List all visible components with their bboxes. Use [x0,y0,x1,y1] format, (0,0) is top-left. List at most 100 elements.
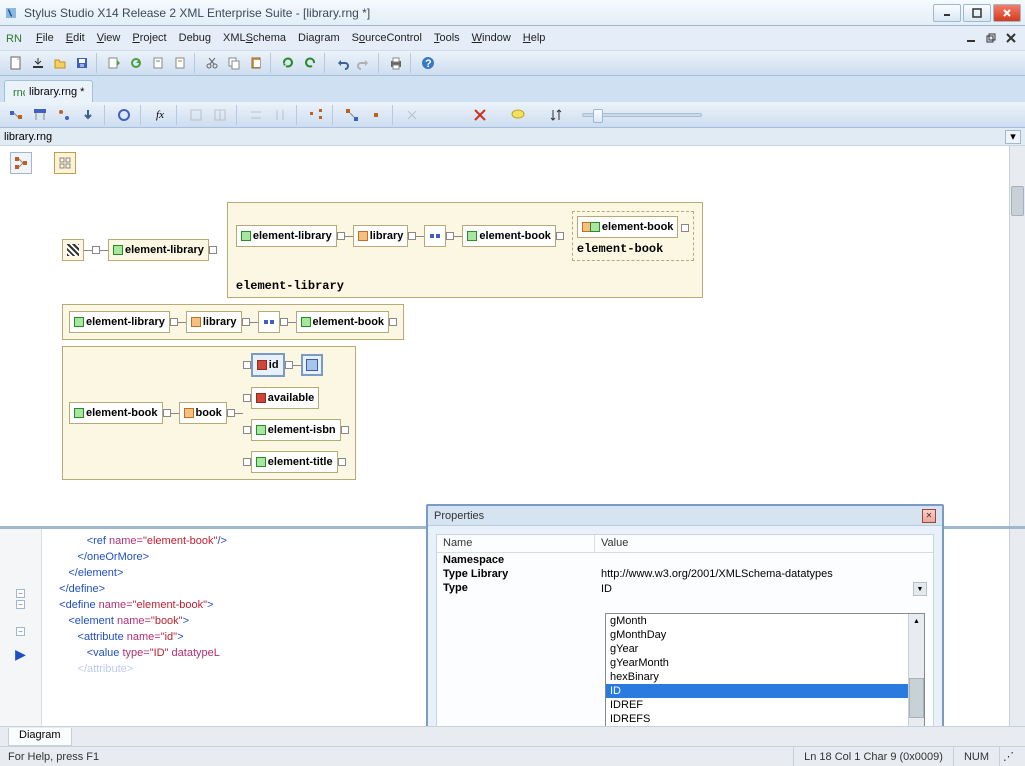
add-icon[interactable] [104,53,124,73]
scrollbar-thumb[interactable] [909,678,924,718]
document-icon[interactable] [148,53,168,73]
branch-handle[interactable] [243,458,251,466]
menu-xmlschema[interactable]: XMLSchemaXMLSchema [217,29,292,47]
status-resize-grip[interactable]: ⋰ [999,747,1017,766]
branch-handle[interactable] [243,394,251,402]
diag-tool5-icon[interactable] [114,105,134,125]
expand-handle[interactable] [170,318,178,326]
menu-sourcecontrol[interactable]: SourceControlSourceControl [346,29,428,47]
diag-tool3-icon[interactable] [54,105,74,125]
branch-handle[interactable] [243,426,251,434]
mdi-restore-icon[interactable] [983,30,999,46]
minimize-button[interactable] [933,4,961,22]
node-r3-id[interactable]: id [251,353,285,377]
node-r3-book[interactable]: book [179,402,227,424]
properties-titlebar[interactable]: Properties ✕ [428,506,942,526]
align-icon[interactable] [246,105,266,125]
properties-close-icon[interactable]: ✕ [922,509,936,523]
node-r2-library[interactable]: library [186,311,242,333]
cluster-icon[interactable] [306,105,326,125]
node-r3-element-isbn[interactable]: element-isbn [251,419,341,441]
palette-grid-icon[interactable] [54,152,76,174]
expand-handle[interactable] [209,246,217,254]
sort-icon[interactable] [546,105,566,125]
fold-marker[interactable]: − [16,600,25,609]
menu-file[interactable]: FFileile [30,29,60,47]
align2-icon[interactable] [270,105,290,125]
copy-icon[interactable] [224,53,244,73]
palette-tree-icon[interactable] [10,152,32,174]
expand-handle[interactable] [338,458,346,466]
grid2-icon[interactable] [210,105,230,125]
cut-icon[interactable] [202,53,222,73]
dropdown-item[interactable]: gYear [606,642,908,656]
file-tab[interactable]: rnc library.rng * [4,80,93,102]
dropdown-item[interactable]: IDREF [606,698,908,712]
expand-handle[interactable] [446,232,454,240]
diagram-canvas[interactable]: element-library element-library library … [0,146,1025,726]
expand-handle[interactable] [389,318,397,326]
source-vscrollbar[interactable] [1009,529,1025,726]
node-pattern[interactable] [62,239,84,261]
menu-view[interactable]: ViewView [91,29,127,47]
expand-handle[interactable] [408,232,416,240]
zoom-slider-thumb[interactable] [593,109,603,123]
node-element-library-1[interactable]: element-library [108,239,209,261]
cycle2-icon[interactable] [300,53,320,73]
dropdown-item[interactable]: IDREFS [606,712,908,726]
expand-handle[interactable] [242,318,250,326]
remove-icon[interactable] [402,105,422,125]
branch-handle[interactable] [243,361,251,369]
paste-icon[interactable] [246,53,266,73]
mdi-minimize-icon[interactable] [963,30,979,46]
node-element-book-ref[interactable]: element-book [577,216,679,238]
close-button[interactable] [993,4,1021,22]
menu-debug[interactable]: DebugDebug [173,29,217,47]
collapse-panel-icon[interactable]: ▾ [1005,130,1021,144]
import-icon[interactable] [28,53,48,73]
dropdown-item[interactable]: ID [606,684,908,698]
diag-tool1-icon[interactable] [6,105,26,125]
fold-marker[interactable]: − [16,627,25,636]
header-name[interactable]: Name [437,535,595,552]
open-icon[interactable] [50,53,70,73]
print-icon[interactable] [386,53,406,73]
dropdown-item[interactable]: gYearMonth [606,656,908,670]
redo-icon[interactable] [354,53,374,73]
node-r3-element-title[interactable]: element-title [251,451,338,473]
node-library[interactable]: library [353,225,409,247]
node-r3-available[interactable]: available [251,387,319,409]
type-dropdown-list[interactable]: gMonthgMonthDaygYeargYearMonthhexBinaryI… [605,613,925,726]
canvas-vscrollbar[interactable] [1009,146,1025,526]
diag-tool4-icon[interactable] [78,105,98,125]
expand-handle[interactable] [681,224,689,232]
menu-help[interactable]: HelpHelp [517,29,552,47]
undo-icon[interactable] [332,53,352,73]
node-r2-element-book[interactable]: element-book [296,311,390,333]
expand-handle[interactable] [163,409,171,417]
diag-tool2-icon[interactable] [30,105,50,125]
expand-handle[interactable] [227,409,235,417]
fold-marker[interactable]: − [16,589,25,598]
expand-handle[interactable] [280,318,288,326]
dropdown-item[interactable]: hexBinary [606,670,908,684]
prop-value[interactable] [595,553,933,567]
node-r2-element-library[interactable]: element-library [69,311,170,333]
save-icon[interactable] [72,53,92,73]
node-element-library-2[interactable]: element-library [236,225,337,247]
tab-diagram[interactable]: Diagram [8,728,72,746]
expand-handle[interactable] [285,361,293,369]
cycle-icon[interactable] [278,53,298,73]
mdi-close-icon[interactable] [1003,30,1019,46]
grid-icon[interactable] [186,105,206,125]
function-icon[interactable]: fx [150,105,170,125]
menu-diagram[interactable]: Diagram [292,29,346,47]
maximize-button[interactable] [963,4,991,22]
collapse-icon[interactable] [366,105,386,125]
header-value[interactable]: Value [595,535,634,552]
comment-icon[interactable] [508,105,528,125]
node-r3-id-value[interactable] [301,354,323,376]
connector-handle[interactable] [92,246,100,254]
menu-project[interactable]: ProjectProject [126,29,172,47]
help-icon[interactable]: ? [418,53,438,73]
